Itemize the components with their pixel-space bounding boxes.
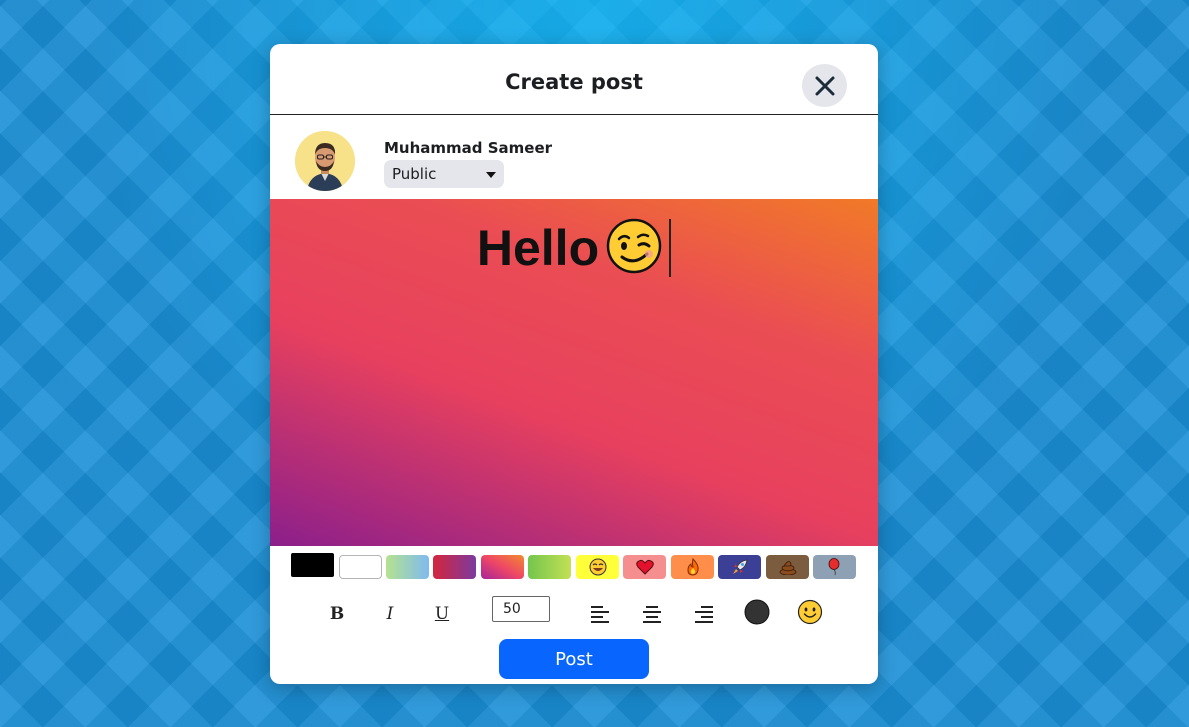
background-swatch-lime[interactable]	[528, 555, 571, 579]
user-info: Muhammad Sameer Public	[270, 115, 878, 199]
align-right-icon	[695, 606, 713, 623]
balloon-icon	[828, 558, 839, 576]
fire-icon	[686, 558, 699, 576]
post-button[interactable]: Post	[499, 639, 649, 679]
chevron-down-icon	[486, 172, 496, 178]
user-name: Muhammad Sameer	[384, 139, 553, 157]
create-post-dialog: Create post Muhammad Sameer Public Hello…	[270, 44, 878, 684]
text-color-swatch	[744, 599, 770, 625]
formatting-toolbar: B I U	[270, 596, 878, 632]
background-swatch-red-purple[interactable]	[433, 555, 476, 579]
winking-face-icon	[606, 218, 662, 274]
avatar-image	[295, 131, 355, 191]
italic-button[interactable]: I	[381, 600, 399, 628]
background-swatch-white[interactable]	[339, 555, 382, 579]
align-center-icon	[643, 606, 661, 623]
background-swatch-green-blue[interactable]	[386, 555, 429, 579]
align-left-icon	[591, 606, 609, 623]
post-text: Hello	[270, 217, 878, 278]
post-text-content: Hello	[476, 220, 600, 276]
dialog-title: Create post	[505, 70, 643, 94]
background-swatch-black[interactable]	[291, 553, 334, 577]
background-swatch-balloon[interactable]	[813, 555, 856, 579]
emoji-button[interactable]	[797, 599, 823, 625]
background-swatch-heart[interactable]	[623, 555, 666, 579]
text-cursor	[669, 219, 672, 277]
poop-icon	[779, 561, 796, 575]
heart-icon	[635, 559, 654, 575]
align-center-button[interactable]	[642, 600, 662, 628]
background-swatch-poop[interactable]	[766, 555, 809, 579]
background-swatch-laughing[interactable]	[576, 555, 619, 579]
laughing-face-icon	[589, 558, 606, 576]
privacy-select[interactable]: Public	[384, 160, 504, 188]
underline-button[interactable]: U	[433, 600, 451, 628]
close-button[interactable]	[802, 64, 847, 107]
bold-button[interactable]: B	[328, 600, 346, 628]
privacy-label: Public	[392, 165, 437, 183]
background-swatch-orange-purple[interactable]	[481, 555, 524, 579]
smiley-icon	[797, 599, 823, 625]
text-color-button[interactable]	[744, 599, 770, 625]
post-text-area[interactable]: Hello	[270, 199, 878, 546]
background-swatch-fire[interactable]	[671, 555, 714, 579]
avatar[interactable]	[295, 131, 355, 191]
rocket-icon	[732, 559, 747, 574]
align-right-button[interactable]	[694, 600, 714, 628]
background-swatch-rocket[interactable]	[718, 555, 761, 579]
dialog-header: Create post	[270, 44, 878, 115]
close-icon	[815, 76, 834, 95]
font-size-input[interactable]	[492, 596, 550, 622]
align-left-button[interactable]	[590, 600, 610, 628]
